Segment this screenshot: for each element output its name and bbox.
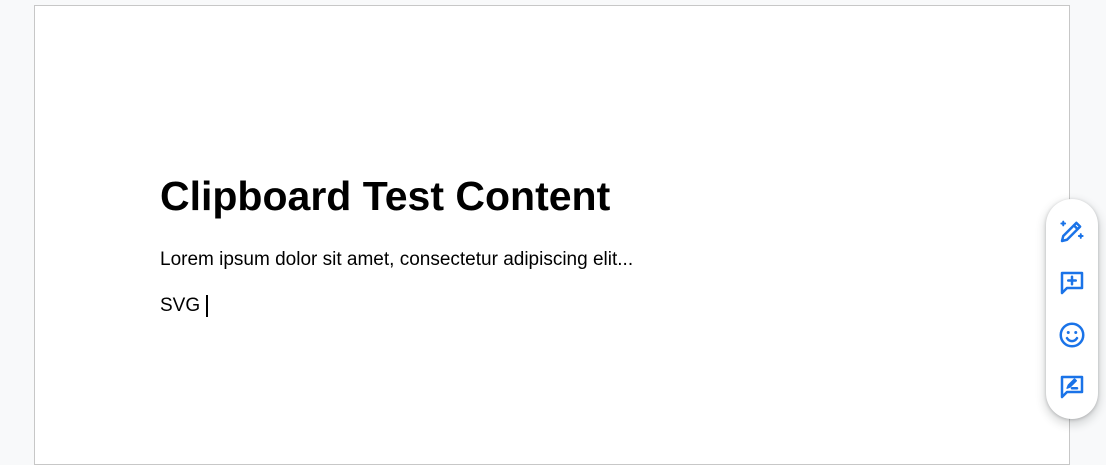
document-text-line[interactable]: SVG bbox=[160, 294, 209, 318]
suggest-edits-icon bbox=[1060, 375, 1084, 399]
ai-edit-button[interactable] bbox=[1054, 213, 1090, 249]
document-paragraph[interactable]: Lorem ipsum dolor sit amet, consectetur … bbox=[160, 248, 633, 272]
add-emoji-reaction-icon bbox=[1059, 322, 1085, 348]
ai-edit-pencil-icon bbox=[1060, 220, 1084, 243]
document-heading[interactable]: Clipboard Test Content bbox=[160, 172, 610, 220]
add-emoji-reaction-button[interactable] bbox=[1054, 317, 1090, 353]
suggest-edits-button[interactable] bbox=[1054, 369, 1090, 405]
text-cursor bbox=[206, 295, 209, 317]
add-comment-icon bbox=[1060, 271, 1084, 295]
add-comment-button[interactable] bbox=[1054, 265, 1090, 301]
side-action-toolbar bbox=[1046, 199, 1098, 419]
text-line-content: SVG bbox=[160, 295, 201, 316]
document-page[interactable]: Clipboard Test Content Lorem ipsum dolor… bbox=[34, 5, 1070, 465]
